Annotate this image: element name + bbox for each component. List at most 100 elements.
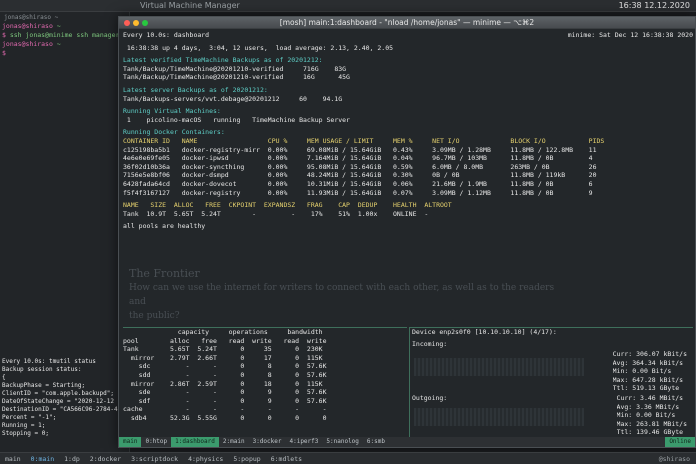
iostat-header-1: capacity operations bandwidth [123,328,323,336]
incoming-stat: Ttl: 519.13 GByte [612,384,680,393]
docker-row: 4e6e0e69fe05 docker-ipwsd 0.00% 7.164MiB… [123,154,593,163]
tmux-status-bar: main 0:htop 1:dashboard 2:main 3:docker 4:ipe… [119,437,695,447]
global-tmux-tab[interactable]: 6:mdlets [266,453,307,464]
tmutil-line: { [2,374,6,381]
menu-bar: Virtual Machine Manager 16:38 12.12.2020 [0,0,696,12]
outgoing-stat: Max: 263.81 MBit/s [616,419,687,428]
tmutil-line: Running = 1; [2,422,46,429]
global-tmux-tab[interactable]: 2:docker [85,453,126,464]
window-titlebar[interactable]: [mosh] main:1:dashboard - "nload /home/j… [119,17,695,29]
outgoing-graph [414,408,584,426]
incoming-stat: Max: 647.28 kBit/s [612,375,684,384]
global-tmux-tab[interactable]: 5:popup [228,453,265,464]
tmutil-line: DestinationID = "CA566C96-2784-4957 [2,406,129,413]
server-backups-title: Latest server Backups as of 20201212: [123,85,268,94]
global-tmux-status-bar: main 0:main 1:dp 2:docker 3:scriptdock 4:phys… [0,452,696,464]
window-title: [mosh] main:1:dashboard - "nload /home/j… [279,18,535,27]
docker-row: c125198ba5b1 docker-registry-mirr 0.00% … [123,145,597,154]
timemachine-title: Latest verified TimeMachine Backups as o… [123,56,323,65]
incoming-graph [414,358,584,376]
background-terminal-title: jonas@shiraso ~ [4,14,59,21]
vm-row: 1 picolino-macOS running TimeMachine Bac… [123,115,350,124]
iostat-row: sdd - - 0 8 0 57.6K [123,370,327,379]
docker-header: CONTAINER ID NAME CPU % MEM USAGE / LIMI… [123,136,605,145]
tmutil-line: Backup session status: [2,366,82,373]
outgoing-stat: Avg: 3.36 MBit/s [616,402,680,411]
ghost-document-overlay: The Frontier How can we use the internet … [129,267,569,323]
docker-table: c125198ba5b1 docker-registry-mirr 0.00% … [123,146,693,198]
nload-pane[interactable]: Device enp2s0f0 [10.10.10.10] (4/17): In… [409,327,693,439]
tmutil-line: BackupPhase = Starting; [2,382,86,389]
global-tmux-tab[interactable]: main [0,453,26,464]
incoming-label: Incoming: [412,339,448,348]
tmutil-line: Stopping = 0; [2,430,49,437]
outgoing-label: Outgoing: [412,394,448,402]
global-host: @shiraso [658,454,690,463]
docker-row: f5f4f3167127 docker-registry 0.00% 11.93… [123,188,593,197]
tmux-window-tab[interactable]: 6:smb [363,437,389,447]
prompt-text: ~ [52,40,61,48]
dashboard-pane[interactable]: Every 10.0s: dashboard minime: Sat Dec 1… [123,31,693,261]
uptime-line: 16:38:38 up 4 days, 3:04, 12 users, load… [123,43,394,52]
bg-terminal-line: $ ssh jonas@minime ssh manager [0,31,129,40]
global-tmux-tab[interactable]: 0:main [26,453,59,464]
iostat-row: mirror 2.86T 2.59T 0 18 0 115K [123,379,323,388]
incoming-stat: Curr: 306.07 kBit/s [612,350,687,358]
iostat-header-2: pool alloc free read write read write [123,336,327,345]
tmux-window-tab[interactable]: 3:docker [249,437,286,447]
timemachine-row: Tank/Backup/TimeMachine@20201210-verifie… [123,73,350,82]
tmux-window-tab[interactable]: 0:htop [141,437,171,447]
tmutil-line: Percent = "-1"; [2,414,57,421]
iostat-row: Tank 5.65T 5.24T 0 35 0 230K [123,345,323,354]
incoming-stat: Avg: 364.34 kBit/s [612,358,684,367]
tmux-session-name: main [119,437,142,447]
iostat-row: sdf - - 0 9 0 57.6K [123,396,327,405]
ghost-text-line: How can we use the internet for writers … [129,283,555,307]
terminal-window[interactable]: [mosh] main:1:dashboard - "nload /home/j… [118,16,696,448]
background-terminal[interactable]: jonas@shiraso ~ jonas@shiraso ~ $ ssh jon… [0,12,130,452]
global-tmux-tab[interactable]: 4:physics [183,453,228,464]
tmutil-line: ClientID = "com.apple.backupd"; [2,390,114,397]
docker-title: Running Docker Containers: [123,128,225,137]
iostat-row: cache - - - - - - [123,405,327,414]
ghost-text-line: The Frontier [129,267,200,280]
prompt-text: ssh jonas@minime ssh manager [5,31,120,39]
global-tmux-tab[interactable]: 3:scriptdock [126,453,183,464]
incoming-stat: Min: 0.00 Bit/s [612,367,672,376]
server-backups-list: Tank/Backups-servers/vvt.debage@20201212… [123,95,693,104]
iostat-row: sdb4 52.3G 5.55G 0 0 0 0 [123,413,327,422]
tmutil-line: DateOfStateChange = "2020-12-12 [2,398,114,405]
iostat-table: Tank 5.65T 5.24T 0 35 0 230K mirror 2.79… [123,345,407,422]
tmutil-status-pane: Every 10.0s: tmutil status Backup session… [0,358,130,464]
server-backup-row: Tank/Backups-servers/vvt.debage@20201212… [123,94,343,103]
bg-terminal-line: jonas@shiraso ~ [0,40,129,49]
iostat-row: sdc - - 0 8 0 57.6K [123,362,327,371]
tmux-window-tab[interactable]: 5:nanolog [322,437,363,447]
tmux-window-tab[interactable]: 1:dashboard [171,437,219,447]
watch-clock: minime: Sat Dec 12 16:38:38 2020 [567,31,693,39]
zpool-iostat-pane[interactable]: capacity operations bandwidth pool alloc… [123,327,407,439]
outgoing-stats: Curr: 3.46 MBit/s Avg: 3.36 MBit/s Min: 0.… [617,394,687,437]
ghost-text-line: the public? [129,311,180,321]
incoming-stats: Curr: 306.07 kBit/s Avg: 364.34 kBit/s Min… [613,350,687,393]
menubar-clock: 16:38 12.12.2020 [618,1,690,10]
zpool-row: Tank 10.9T 5.65T 5.24T - - 17% 51% 1.00x… [123,209,429,218]
iostat-row: sde - - 0 9 0 57.6K [123,388,327,397]
vm-title: Running Virtual Machines: [123,107,221,116]
watch-header: Every 10.0s: dashboard [123,31,210,39]
bg-terminal-line: jonas@shiraso ~ [0,22,129,31]
tmux-window-tab[interactable]: 2:main [219,437,249,447]
outgoing-stat: Curr: 3.46 MBit/s [616,394,684,402]
app-title: Virtual Machine Manager [140,1,240,10]
background-terminal-lines: jonas@shiraso ~ $ ssh jonas@minime ssh ma… [0,22,129,58]
tmux-host: Online [665,437,695,447]
vm-list: 1 picolino-macOS running TimeMachine Bac… [123,116,693,125]
net-device: Device enp2s0f0 [10.10.10.10] (4/17): [412,328,557,336]
timemachine-row: Tank/Backup/TimeMachine@20201210-verifie… [123,64,347,73]
docker-row: 36f02d10b36a docker-syncthing 0.00% 95.0… [123,162,597,171]
timemachine-list: Tank/Backup/TimeMachine@20201210-verifie… [123,65,693,82]
prompt-user: jonas@shiraso [2,22,53,30]
tmux-window-tab[interactable]: 4:iperf3 [285,437,322,447]
global-tmux-tab[interactable]: 1:dp [59,453,85,464]
outgoing-stat: Ttl: 139.46 GByte [616,428,684,437]
